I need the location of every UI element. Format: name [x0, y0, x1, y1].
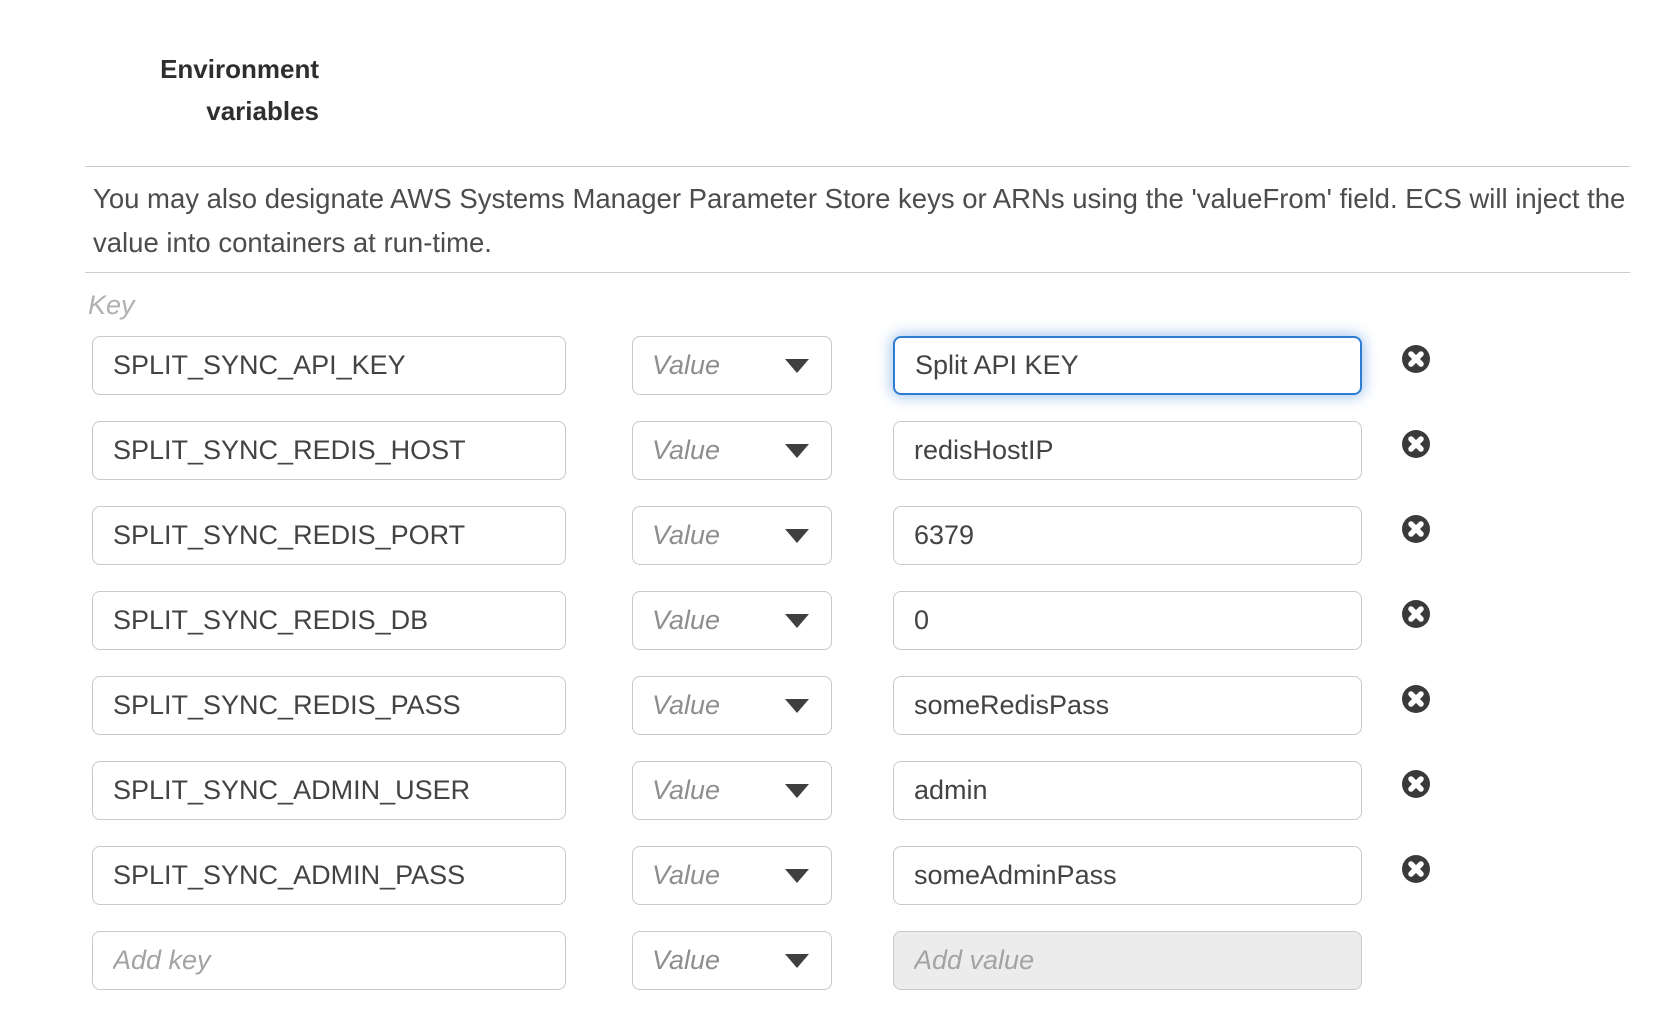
x-circle-icon [1402, 345, 1430, 373]
caret-down-icon [785, 614, 809, 628]
env-var-type-dropdown[interactable]: Value [632, 506, 832, 565]
env-var-key-input[interactable] [92, 421, 566, 480]
env-var-rows: Value Value Value [92, 336, 1430, 1016]
key-section-divider [85, 272, 1630, 273]
caret-down-icon [785, 359, 809, 373]
env-var-type-dropdown[interactable]: Value [632, 676, 832, 735]
env-var-value-input[interactable] [893, 761, 1362, 820]
type-dropdown-label: Value [652, 775, 720, 806]
env-var-key-input[interactable] [92, 591, 566, 650]
add-key-input[interactable] [92, 931, 566, 990]
x-circle-icon [1402, 685, 1430, 713]
env-var-type-dropdown[interactable]: Value [632, 846, 832, 905]
key-column-label: Key [88, 290, 135, 321]
env-var-value-input[interactable] [893, 591, 1362, 650]
type-dropdown-label: Value [652, 350, 720, 381]
add-value-input[interactable] [893, 931, 1362, 990]
env-var-value-input[interactable] [893, 846, 1362, 905]
env-var-key-input[interactable] [92, 761, 566, 820]
env-var-key-input[interactable] [92, 506, 566, 565]
remove-env-var-button[interactable] [1402, 430, 1430, 458]
remove-env-var-button[interactable] [1402, 345, 1430, 373]
caret-down-icon [785, 784, 809, 798]
env-var-row: Value [92, 761, 1430, 820]
caret-down-icon [785, 529, 809, 543]
type-dropdown-label: Value [652, 435, 720, 466]
env-var-key-input[interactable] [92, 336, 566, 395]
x-circle-icon [1402, 600, 1430, 628]
env-var-value-input[interactable] [893, 506, 1362, 565]
environment-variables-section: Environment variables You may also desig… [0, 0, 1678, 1018]
env-var-value-input[interactable] [893, 676, 1362, 735]
env-var-type-dropdown[interactable]: Value [632, 761, 832, 820]
env-var-key-input[interactable] [92, 676, 566, 735]
remove-env-var-button[interactable] [1402, 515, 1430, 543]
top-divider [85, 166, 1630, 167]
remove-env-var-button[interactable] [1402, 770, 1430, 798]
env-var-row: Value [92, 506, 1430, 565]
env-var-value-input[interactable] [893, 336, 1362, 395]
x-circle-icon [1402, 855, 1430, 883]
environment-variables-description: You may also designate AWS Systems Manag… [93, 177, 1628, 265]
caret-down-icon [785, 444, 809, 458]
env-var-row: Value [92, 336, 1430, 395]
env-var-value-input[interactable] [893, 421, 1362, 480]
type-dropdown-label: Value [652, 690, 720, 721]
env-var-type-dropdown[interactable]: Value [632, 591, 832, 650]
remove-env-var-button[interactable] [1402, 685, 1430, 713]
env-var-type-dropdown[interactable]: Value [632, 421, 832, 480]
type-dropdown-label: Value [652, 860, 720, 891]
env-var-row: Value [92, 591, 1430, 650]
x-circle-icon [1402, 430, 1430, 458]
add-row-type-dropdown[interactable]: Value [632, 931, 832, 990]
env-var-type-dropdown[interactable]: Value [632, 336, 832, 395]
env-var-row: Value [92, 421, 1430, 480]
x-circle-icon [1402, 770, 1430, 798]
add-env-var-row: Value [92, 931, 1430, 990]
x-circle-icon [1402, 515, 1430, 543]
remove-env-var-button[interactable] [1402, 600, 1430, 628]
type-dropdown-label: Value [652, 520, 720, 551]
env-var-key-input[interactable] [92, 846, 566, 905]
environment-variables-label: Environment variables [119, 48, 319, 132]
type-dropdown-label: Value [652, 945, 720, 976]
env-var-row: Value [92, 846, 1430, 905]
caret-down-icon [785, 699, 809, 713]
caret-down-icon [785, 954, 809, 968]
remove-env-var-button[interactable] [1402, 855, 1430, 883]
env-var-row: Value [92, 676, 1430, 735]
caret-down-icon [785, 869, 809, 883]
type-dropdown-label: Value [652, 605, 720, 636]
